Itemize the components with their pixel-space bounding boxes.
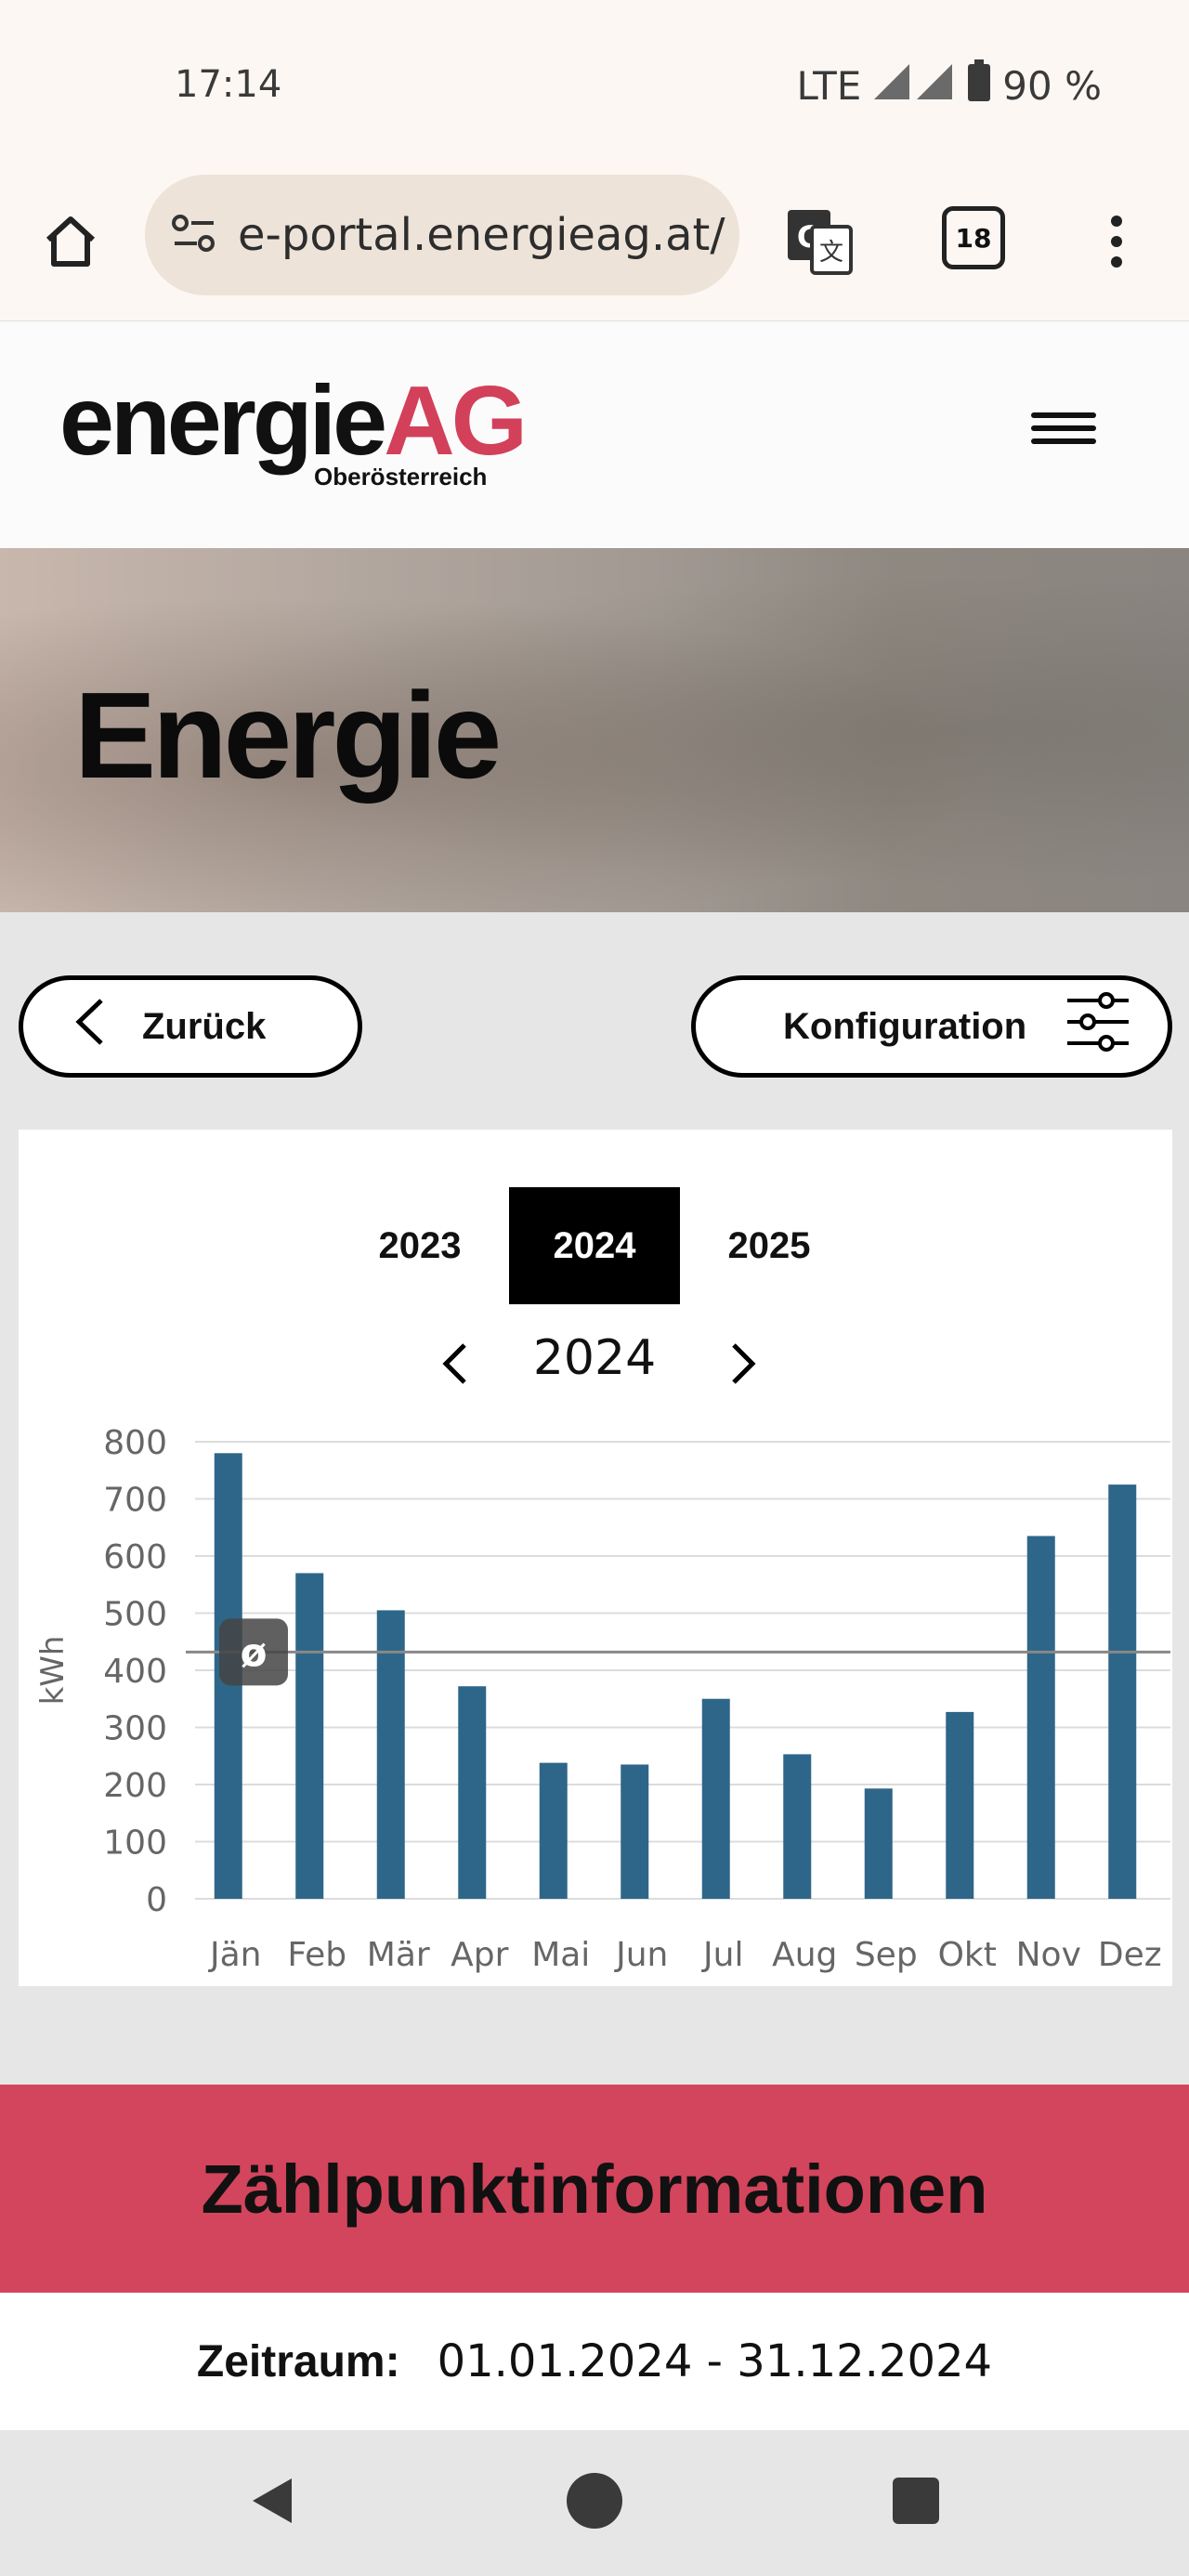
configuration-button[interactable]: Konfiguration [691,975,1172,1078]
configuration-button-label: Konfiguration [783,1005,1027,1047]
y-tick-label: 0 [146,1881,167,1919]
x-tick-label: Sep [855,1936,918,1974]
monthly-consumption-chart: 0 100 200 300 400 500 600 700 800 kWh Jän Feb Mär Apr… [34,1424,1170,1974]
logo-word: energie [59,366,387,476]
logo-region: Oberösterreich [314,463,488,490]
site-header: energieAG Oberösterreich [0,321,1189,548]
browser-toolbar: e-portal.energieag.at/ G文 18 [0,167,1189,322]
y-tick-label: 200 [103,1767,167,1805]
period-row: Zeitraum: 01.01.2024 - 31.12.2024 [0,2293,1189,2430]
consumption-chart-card: 2023 2024 2025 2024 0 100 200 300 400 500 600 7… [19,1130,1172,1986]
average-symbol: ø [241,1629,268,1675]
bar-sep [864,1788,893,1899]
x-tick-label: Mai [531,1936,590,1974]
more-options-icon[interactable] [1079,204,1154,279]
energie-ag-logo[interactable]: energieAG Oberösterreich [59,372,528,490]
signal-icon [872,60,956,111]
bar-jul [701,1698,730,1899]
battery-icon [967,59,991,111]
y-axis-label: kWh [34,1636,72,1706]
y-tick-label: 400 [103,1653,167,1691]
bar-okt [946,1711,974,1899]
x-tick-label: Jän [208,1936,262,1974]
bar-nov [1026,1536,1055,1899]
nav-home-icon[interactable] [557,2464,632,2538]
network-type: LTE [796,62,862,109]
x-tick-label: Mär [367,1936,430,1974]
y-tick-label: 500 [103,1596,167,1634]
url-bar[interactable]: e-portal.energieag.at/ [145,175,739,295]
system-navigation-bar [0,2430,1189,2576]
hamburger-menu-icon[interactable] [1031,405,1096,470]
page-title: Energie [74,667,502,804]
y-tick-label: 300 [103,1710,167,1748]
x-tick-label: Feb [287,1936,346,1974]
bar-aug [783,1754,812,1899]
x-tick-label: Dez [1098,1936,1162,1974]
y-tick-label: 600 [103,1538,167,1576]
section-header: Zählpunktinformationen [0,2085,1189,2293]
x-tick-label: Jun [614,1936,668,1974]
x-tick-label: Nov [1016,1936,1081,1974]
bar-feb [295,1573,324,1899]
bar-mär [376,1610,405,1899]
back-button[interactable]: Zurück [19,975,362,1078]
y-tick-label: 100 [103,1824,167,1863]
svg-text:文: 文 [819,239,843,267]
x-tick-label: Aug [772,1936,837,1974]
bar-apr [458,1686,487,1899]
logo-ag: AG [384,366,528,476]
site-settings-icon[interactable] [169,208,219,262]
period-value: 01.01.2024 - 31.12.2024 [437,2335,993,2387]
bar-jun [621,1764,649,1899]
nav-recents-icon[interactable] [879,2464,953,2538]
battery-level: 90 % [1002,62,1102,109]
sliders-icon [1065,989,1130,1064]
status-bar: 17:14 LTE 90 % [0,0,1189,177]
translate-icon[interactable]: G文 [782,204,856,279]
nav-back-icon[interactable] [234,2464,308,2538]
x-tick-label: Apr [451,1936,508,1974]
x-tick-label: Okt [938,1936,997,1974]
back-button-label: Zurück [142,1005,267,1047]
chevron-left-icon [73,997,105,1056]
y-tick-label: 700 [103,1482,167,1520]
section-title: Zählpunktinformationen [201,2150,988,2228]
bar-mai [539,1762,568,1899]
url-text: e-portal.energieag.at/ [238,209,725,261]
y-tick-label: 800 [103,1424,167,1462]
x-tick-label: Jul [701,1936,743,1974]
period-label: Zeitraum: [196,2336,400,2386]
status-time: 17:14 [175,63,282,106]
bar-dez [1108,1484,1137,1899]
home-icon[interactable] [33,204,108,279]
status-indicators: LTE 90 % [796,59,1102,111]
tab-switcher-button[interactable]: 18 [942,206,1005,269]
hero-banner: Energie [0,548,1189,912]
